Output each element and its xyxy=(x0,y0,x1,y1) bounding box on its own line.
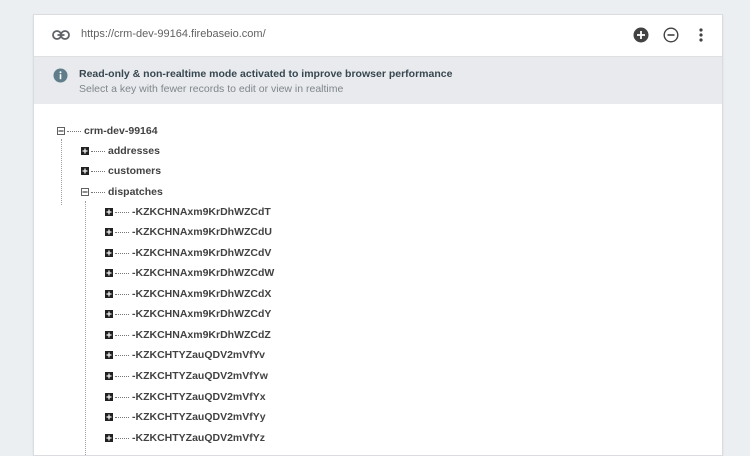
expand-icon[interactable] xyxy=(105,331,113,339)
tree-connector xyxy=(91,191,105,193)
tree-connector xyxy=(115,272,129,274)
expand-icon[interactable] xyxy=(81,167,89,175)
expand-icon[interactable] xyxy=(81,147,89,155)
tree-root[interactable]: crm-dev-99164 xyxy=(57,122,158,140)
tree-connector xyxy=(67,130,81,132)
dispatch-key-node[interactable]: -KZKCHNAxm9KrDhWZCdZ xyxy=(105,326,271,344)
collapse-icon[interactable] xyxy=(81,188,89,196)
tree-connector xyxy=(115,375,129,377)
tree-connector xyxy=(115,334,129,336)
tree-connector xyxy=(115,252,129,254)
dispatch-key-label[interactable]: -KZKCHNAxm9KrDhWZCdU xyxy=(132,226,272,238)
dispatch-key-node[interactable]: -KZKCHTYZauQDV2mVfYv xyxy=(105,346,265,364)
expand-icon[interactable] xyxy=(105,208,113,216)
expand-icon[interactable] xyxy=(105,351,113,359)
expand-icon[interactable] xyxy=(105,393,113,401)
tree-node-addresses[interactable]: addresses xyxy=(81,142,160,160)
tree-node-label[interactable]: dispatches xyxy=(108,186,163,198)
tree-connector xyxy=(115,354,129,356)
dispatch-key-label[interactable]: -KZKCHNAxm9KrDhWZCdT xyxy=(132,206,271,218)
tree-node-label[interactable]: customers xyxy=(108,165,161,177)
banner-title: Read-only & non-realtime mode activated … xyxy=(79,68,453,80)
expand-icon[interactable] xyxy=(105,434,113,442)
dispatch-key-label[interactable]: -KZKCHNAxm9KrDhWZCdW xyxy=(132,267,274,279)
remove-icon[interactable] xyxy=(662,26,680,44)
info-icon xyxy=(53,68,68,83)
url-actions xyxy=(632,26,710,44)
collapse-icon[interactable] xyxy=(57,127,65,135)
tree-connector xyxy=(115,211,129,213)
tree-connector xyxy=(91,150,105,152)
dispatch-key-label[interactable]: -KZKCHNAxm9KrDhWZCdX xyxy=(132,288,271,300)
dispatch-key-label[interactable]: -KZKCHTYZauQDV2mVfYx xyxy=(132,391,266,403)
tree-connector xyxy=(115,437,129,439)
banner-subtitle: Select a key with fewer records to edit … xyxy=(79,83,344,95)
dispatch-key-node[interactable]: -KZKCHTYZauQDV2mVfYz xyxy=(105,429,265,447)
dispatch-key-node[interactable]: -KZKCHTYZauQDV2mVfYx xyxy=(105,388,266,406)
data-tree: crm-dev-99164 addresses customers dispat… xyxy=(34,104,722,455)
dispatch-key-node[interactable]: -KZKCHNAxm9KrDhWZCdW xyxy=(105,264,274,282)
expand-icon[interactable] xyxy=(105,372,113,380)
dispatch-key-node[interactable]: -KZKCHTYZauQDV2mVfYw xyxy=(105,367,268,385)
expand-icon[interactable] xyxy=(105,269,113,277)
tree-connector xyxy=(115,396,129,398)
dispatch-key-node[interactable]: -KZKCHNAxm9KrDhWZCdV xyxy=(105,244,271,262)
dispatch-key-label[interactable]: -KZKCHNAxm9KrDhWZCdZ xyxy=(132,329,271,341)
add-icon[interactable] xyxy=(632,26,650,44)
dispatch-key-label[interactable]: -KZKCHTYZauQDV2mVfYy xyxy=(132,411,266,423)
dispatch-key-label[interactable]: -KZKCHTYZauQDV2mVfYw xyxy=(132,370,268,382)
database-panel: https://crm-dev-99164.firebaseio.com/ Re… xyxy=(33,14,723,456)
tree-guide-dispatches xyxy=(85,201,86,455)
dispatch-key-label[interactable]: -KZKCHNAxm9KrDhWZCdY xyxy=(132,308,271,320)
performance-banner: Read-only & non-realtime mode activated … xyxy=(34,57,722,104)
database-url[interactable]: https://crm-dev-99164.firebaseio.com/ xyxy=(81,28,266,40)
tree-connector xyxy=(115,293,129,295)
url-bar: https://crm-dev-99164.firebaseio.com/ xyxy=(34,15,722,57)
dispatch-key-node[interactable]: -KZKCHNAxm9KrDhWZCdU xyxy=(105,223,272,241)
dispatch-key-label[interactable]: -KZKCHNAxm9KrDhWZCdV xyxy=(132,247,271,259)
more-vert-icon[interactable] xyxy=(692,26,710,44)
link-icon[interactable] xyxy=(52,28,70,42)
expand-icon[interactable] xyxy=(105,413,113,421)
tree-node-label[interactable]: addresses xyxy=(108,145,160,157)
dispatch-key-node[interactable]: -KZKCHNAxm9KrDhWZCdY xyxy=(105,305,271,323)
tree-guide-root xyxy=(61,139,62,205)
dispatch-key-node[interactable]: -KZKCHNAxm9KrDhWZCdT xyxy=(105,203,271,221)
tree-connector xyxy=(115,416,129,418)
dispatch-key-label[interactable]: -KZKCHTYZauQDV2mVfYv xyxy=(132,349,265,361)
expand-icon[interactable] xyxy=(105,249,113,257)
tree-node-dispatches[interactable]: dispatches xyxy=(81,183,163,201)
tree-node-customers[interactable]: customers xyxy=(81,162,161,180)
tree-connector xyxy=(115,231,129,233)
tree-root-label[interactable]: crm-dev-99164 xyxy=(84,125,158,137)
expand-icon[interactable] xyxy=(105,228,113,236)
tree-connector xyxy=(91,170,105,172)
expand-icon[interactable] xyxy=(105,290,113,298)
dispatch-key-node[interactable]: -KZKCHNAxm9KrDhWZCdX xyxy=(105,285,271,303)
dispatch-key-node[interactable]: -KZKCHTYZauQDV2mVfYy xyxy=(105,408,266,426)
tree-connector xyxy=(115,313,129,315)
expand-icon[interactable] xyxy=(105,310,113,318)
dispatch-key-label[interactable]: -KZKCHTYZauQDV2mVfYz xyxy=(132,432,265,444)
